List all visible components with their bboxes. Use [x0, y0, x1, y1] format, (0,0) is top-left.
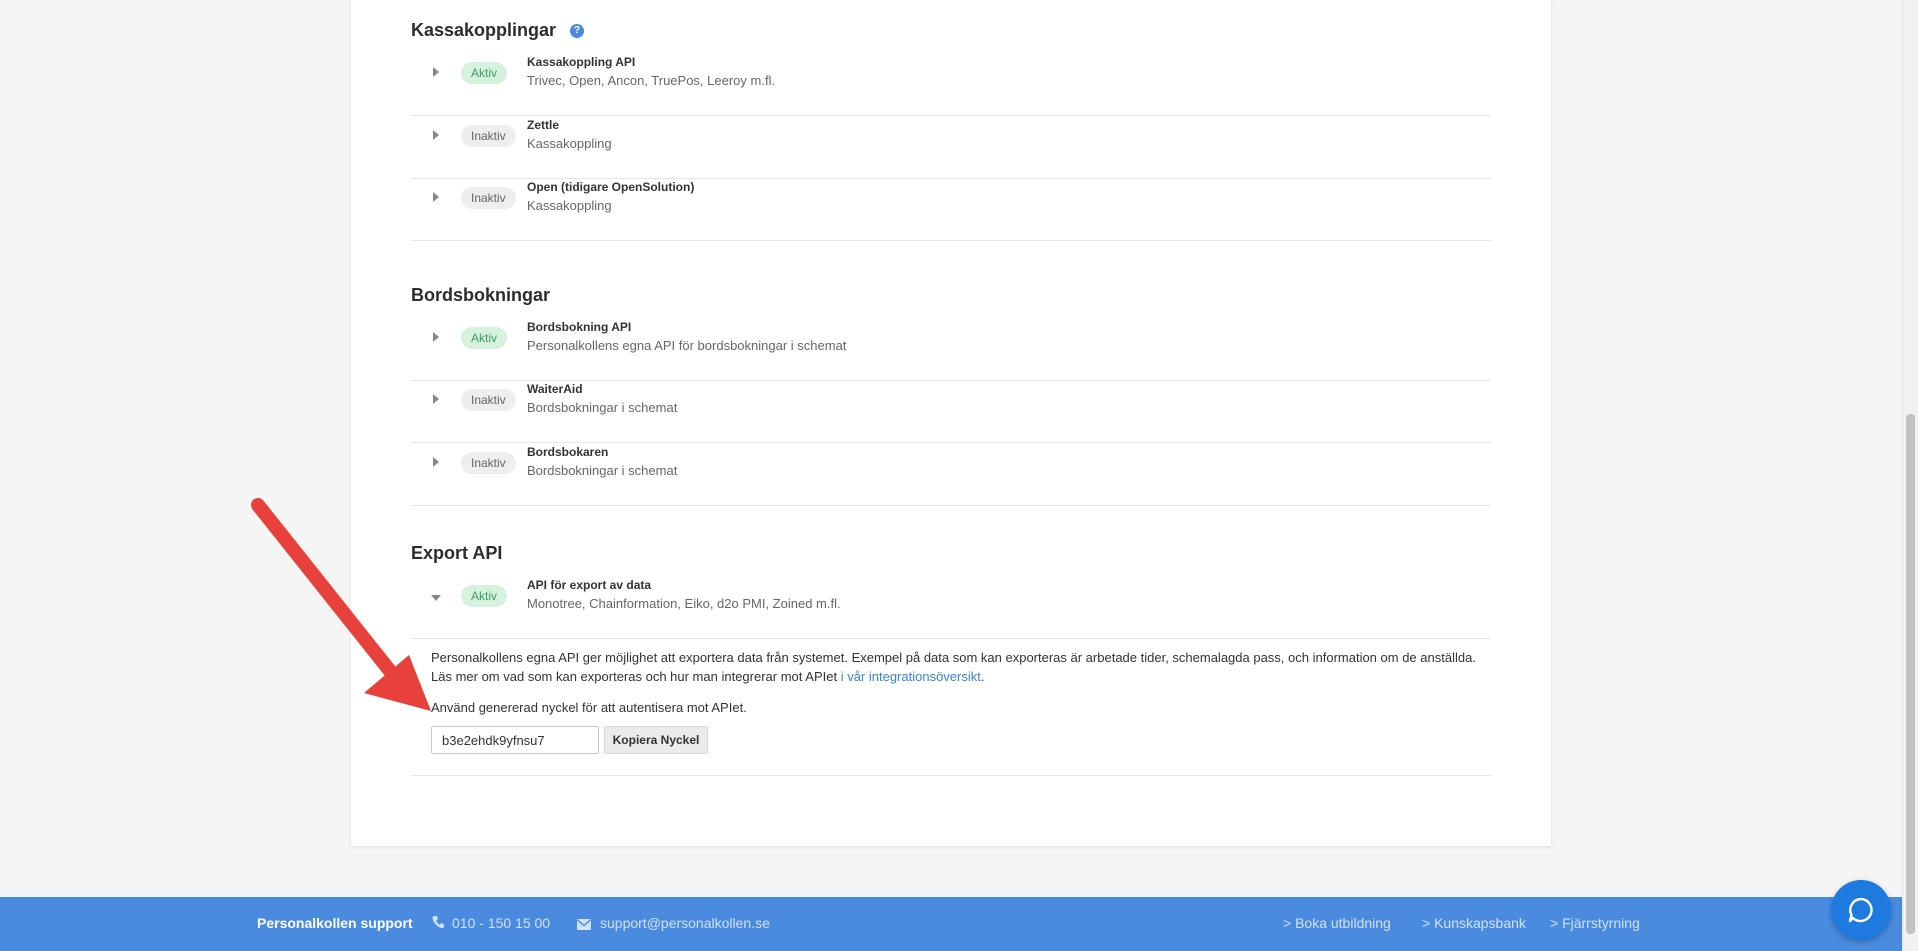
- integration-title: API för export av data: [527, 578, 652, 592]
- chat-bubble-button[interactable]: [1831, 880, 1891, 940]
- phone-icon: [432, 915, 444, 932]
- api-key-input[interactable]: [431, 726, 599, 754]
- status-badge: Aktiv: [461, 327, 508, 349]
- integration-title: Bordsbokaren: [527, 445, 609, 459]
- key-instruction: Använd genererad nyckel för att autentis…: [431, 700, 747, 715]
- integrations-card: Kassakopplingar ? Aktiv Kassakoppling AP…: [351, 0, 1551, 846]
- footer-title: Personalkollen support: [257, 915, 413, 931]
- integration-title: WaiterAid: [527, 382, 583, 396]
- integration-row-zettle[interactable]: Inaktiv Zettle Kassakoppling: [411, 116, 1491, 179]
- integration-title: Open (tidigare OpenSolution): [527, 180, 695, 194]
- integration-subtitle: Monotree, Chainformation, Eiko, d2o PMI,…: [527, 596, 841, 611]
- integration-title: Zettle: [527, 118, 560, 132]
- footer-email[interactable]: support@personalkollen.se: [600, 915, 770, 931]
- support-footer: Personalkollen support 010 - 150 15 00 s…: [0, 897, 1918, 951]
- integration-row-waiteraid[interactable]: Inaktiv WaiterAid Bordsbokningar i schem…: [411, 380, 1491, 443]
- section-title-kassakopplingar: Kassakopplingar ?: [411, 20, 585, 41]
- status-badge: Inaktiv: [461, 187, 516, 209]
- footer-phone[interactable]: 010 - 150 15 00: [452, 915, 550, 931]
- status-badge: Inaktiv: [461, 125, 516, 147]
- integration-subtitle: Trivec, Open, Ancon, TruePos, Leeroy m.f…: [527, 73, 776, 88]
- status-badge: Aktiv: [461, 62, 508, 84]
- export-api-details: Personalkollens egna API ger möjlighet a…: [411, 627, 1491, 776]
- chat-bubble-icon: [1848, 897, 1873, 923]
- footer-link-boka-utbildning[interactable]: > Boka utbildning: [1283, 915, 1391, 931]
- integration-title: Bordsbokning API: [527, 320, 632, 334]
- section-title-export-api: Export API: [411, 543, 503, 563]
- integration-overview-link[interactable]: i vår integrationsöversikt: [841, 669, 981, 684]
- integration-subtitle: Personalkollens egna API för bordsboknin…: [527, 338, 847, 353]
- expand-caret-icon[interactable]: [433, 130, 439, 140]
- section-title-bordsbokningar: Bordsbokningar: [411, 285, 551, 305]
- collapse-caret-icon[interactable]: [431, 595, 441, 601]
- integration-row-bordsbokning-api[interactable]: Aktiv Bordsbokning API Personalkollens e…: [411, 318, 1491, 381]
- status-badge: Aktiv: [461, 585, 508, 607]
- scrollbar-thumb[interactable]: [1906, 414, 1915, 934]
- status-badge: Inaktiv: [461, 389, 516, 411]
- status-badge: Inaktiv: [461, 452, 516, 474]
- footer-link-fjarrstyrning[interactable]: > Fjärrstyrning: [1550, 915, 1640, 931]
- expand-caret-icon[interactable]: [433, 394, 439, 404]
- integration-subtitle: Kassakoppling: [527, 136, 612, 151]
- mail-icon: [577, 917, 591, 933]
- expand-caret-icon[interactable]: [433, 192, 439, 202]
- integration-row-open[interactable]: Inaktiv Open (tidigare OpenSolution) Kas…: [411, 178, 1491, 241]
- expand-caret-icon[interactable]: [433, 457, 439, 467]
- footer-link-kunskapsbank[interactable]: > Kunskapsbank: [1422, 915, 1526, 931]
- expand-caret-icon[interactable]: [433, 67, 439, 77]
- expand-caret-icon[interactable]: [433, 332, 439, 342]
- integration-subtitle: Bordsbokningar i schemat: [527, 400, 678, 415]
- copy-key-button[interactable]: Kopiera Nyckel: [604, 726, 708, 754]
- integration-row-bordsbokaren[interactable]: Inaktiv Bordsbokaren Bordsbokningar i sc…: [411, 443, 1491, 506]
- integration-subtitle: Kassakoppling: [527, 198, 612, 213]
- export-description: Personalkollens egna API ger möjlighet a…: [431, 650, 1476, 684]
- page-scrollbar[interactable]: [1902, 0, 1918, 951]
- integration-row-kassakoppling-api[interactable]: Aktiv Kassakoppling API Trivec, Open, An…: [411, 53, 1491, 116]
- help-icon[interactable]: ?: [570, 23, 585, 38]
- integration-title: Kassakoppling API: [527, 55, 636, 69]
- integration-subtitle: Bordsbokningar i schemat: [527, 463, 678, 478]
